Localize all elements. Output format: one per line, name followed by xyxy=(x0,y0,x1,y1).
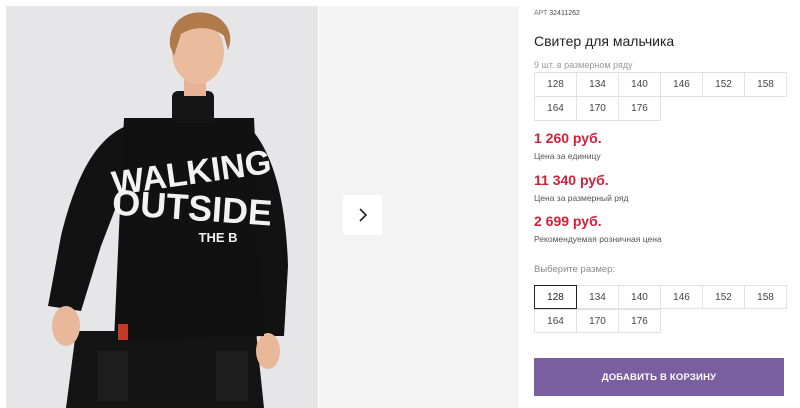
size-option-134[interactable]: 134 xyxy=(576,285,619,309)
sku-value: 32411262 xyxy=(549,10,580,17)
size-option-140[interactable]: 140 xyxy=(618,285,661,309)
sku: АРТ 32411262 xyxy=(534,10,580,17)
size-range-cell: 158 xyxy=(744,72,787,97)
size-range-grid: 128 134 140 146 152 158 164 170 176 xyxy=(534,72,787,121)
size-option-170[interactable]: 170 xyxy=(576,309,619,333)
size-option-152[interactable]: 152 xyxy=(702,285,745,309)
sku-label: АРТ xyxy=(534,10,548,17)
price-range-label: Цена за размерный ряд xyxy=(534,193,629,203)
size-option-176[interactable]: 176 xyxy=(618,309,661,333)
size-range-cell: 146 xyxy=(660,72,703,97)
size-range-cell: 140 xyxy=(618,72,661,97)
add-to-cart-button[interactable]: ДОБАВИТЬ В КОРЗИНУ xyxy=(534,358,784,396)
size-option-128[interactable]: 128 xyxy=(534,285,577,309)
chevron-right-icon xyxy=(358,208,367,222)
pack-note: 9 шт. в размерном ряду xyxy=(534,60,633,70)
size-range-cell: 170 xyxy=(576,96,619,121)
size-range-cell: 176 xyxy=(618,96,661,121)
product-photo[interactable]: WALKING OUTSIDE THE B xyxy=(6,6,318,408)
price-range: 11 340 руб. xyxy=(534,172,609,188)
price-retail: 2 699 руб. xyxy=(534,213,602,229)
size-option-158[interactable]: 158 xyxy=(744,285,787,309)
choose-size-label: Выберите размер: xyxy=(534,264,616,275)
size-range-cell: 152 xyxy=(702,72,745,97)
next-photo-button[interactable] xyxy=(343,195,382,235)
sweater-print-line3: THE B xyxy=(199,230,238,245)
price-retail-label: Рекомендуемая розничная цена xyxy=(534,234,662,244)
size-option-146[interactable]: 146 xyxy=(660,285,703,309)
size-range-cell: 134 xyxy=(576,72,619,97)
price-unit: 1 260 руб. xyxy=(534,130,602,146)
product-title: Свитер для мальчика xyxy=(534,33,675,49)
size-selector: 128 134 140 146 152 158 164 170 176 xyxy=(534,285,787,333)
size-range-cell: 164 xyxy=(534,96,577,121)
price-unit-label: Цена за единицу xyxy=(534,151,601,161)
size-option-164[interactable]: 164 xyxy=(534,309,577,333)
size-range-cell: 128 xyxy=(534,72,577,97)
